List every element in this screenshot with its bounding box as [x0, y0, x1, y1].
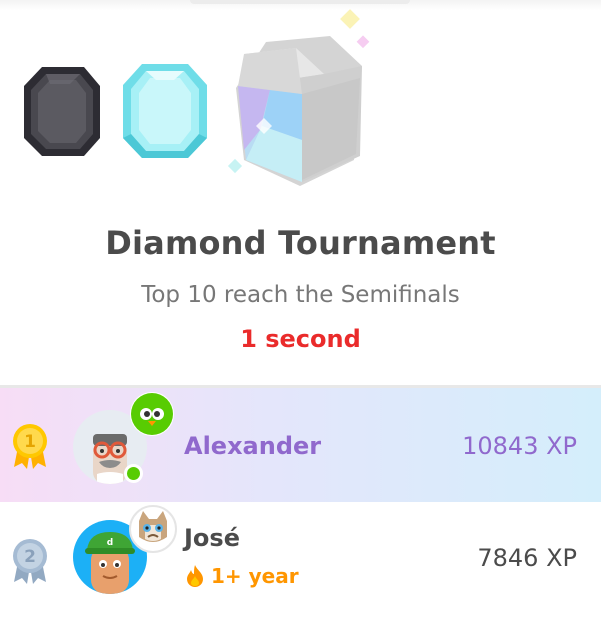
obsidian-league-icon: [24, 67, 100, 156]
leaderboard-row-1[interactable]: 1 Alexander 10843 XP: [0, 388, 601, 502]
grumpy-cat-avatar[interactable]: [129, 505, 177, 553]
countdown-timer: 1 second: [240, 325, 361, 353]
user-name: Alexander: [184, 432, 322, 460]
duo-owl-avatar[interactable]: [130, 392, 174, 436]
league-badges: [0, 0, 601, 200]
diamond-league-icon: [123, 64, 207, 158]
sparkle-icon: [227, 158, 243, 174]
streak-badge: 1+ year: [184, 564, 299, 588]
league-title: Diamond Tournament: [105, 224, 496, 262]
user-name: José: [184, 524, 240, 552]
rank-number: 1: [24, 432, 36, 452]
rank-number: 2: [24, 547, 36, 567]
xp-value: 7846 XP: [477, 544, 577, 572]
leaderboard-row-2[interactable]: 2 d José 1+ year 7846 XP: [0, 502, 601, 625]
league-subtitle: Top 10 reach the Semifinals: [141, 282, 460, 308]
sparkle-icon: [340, 9, 360, 29]
flame-icon: [187, 565, 203, 587]
tournament-league-icon: [236, 36, 362, 186]
xp-value: 10843 XP: [462, 432, 577, 460]
gold-medal-icon: 1: [13, 424, 47, 469]
streak-text: 1+ year: [211, 564, 299, 588]
online-status-dot: [124, 464, 143, 483]
silver-medal-icon: 2: [13, 539, 47, 584]
sparkle-icon: [356, 35, 370, 49]
svg-text:d: d: [107, 538, 113, 548]
